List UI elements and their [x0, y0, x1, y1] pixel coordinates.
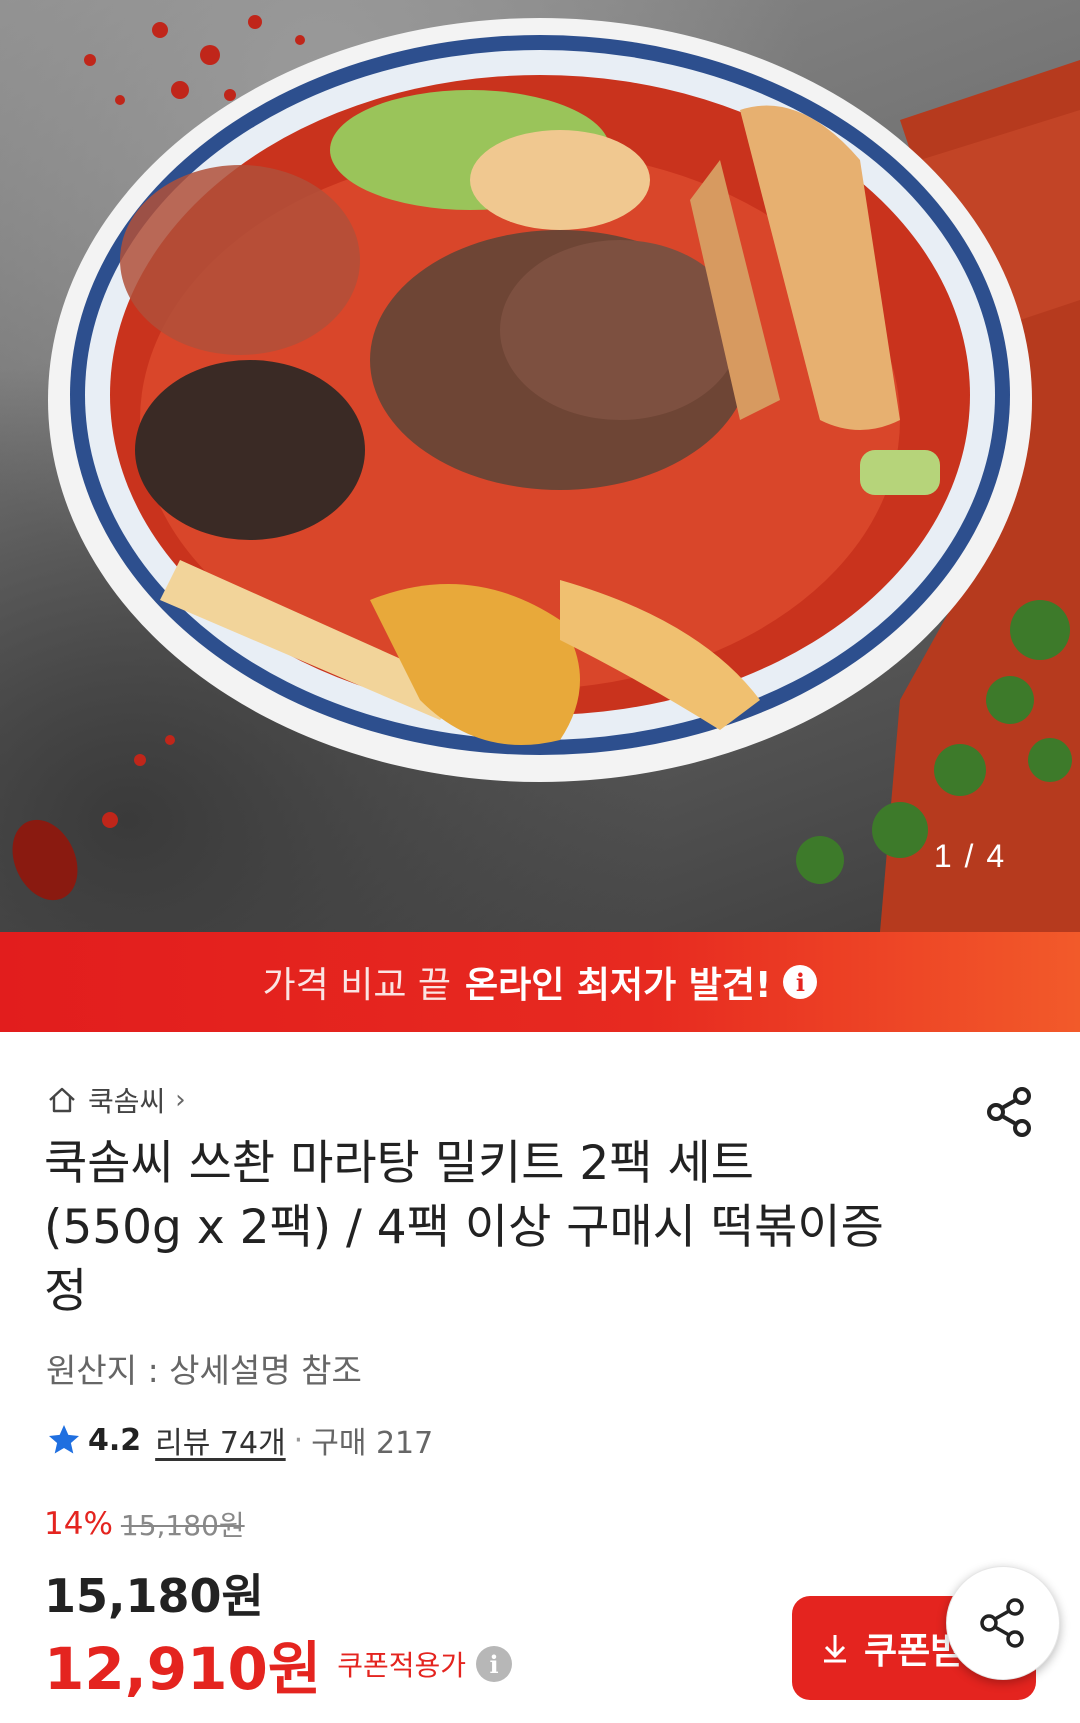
- coupon-price-row: 12,910원 쿠폰적용가 i: [44, 1626, 512, 1703]
- product-image[interactable]: 1 / 4: [0, 0, 1080, 932]
- separator-dot: ·: [293, 1422, 304, 1458]
- sale-price: 15,180원: [44, 1569, 264, 1623]
- store-name: 쿡솜씨: [88, 1085, 166, 1118]
- original-price: 15,180원: [120, 1509, 245, 1542]
- lowest-price-banner[interactable]: 가격 비교 끝 온라인 최저가 발견! i: [0, 932, 1080, 1032]
- info-icon[interactable]: i: [476, 1646, 512, 1682]
- store-breadcrumb[interactable]: 쿡솜씨 ›: [46, 1078, 186, 1122]
- rating-score: 4.2: [88, 1422, 142, 1458]
- share-icon[interactable]: [982, 1084, 1038, 1140]
- rating-row: 4.2 리뷰 74개 · 구매 217: [46, 1418, 433, 1462]
- purchase-count: 구매 217: [311, 1426, 434, 1461]
- mala-tang-illustration: [12, 15, 1080, 932]
- promo-text-bold: 온라인 최저가 발견!: [465, 965, 772, 1006]
- discount-rate: 14%: [44, 1506, 113, 1542]
- coupon-price-label: 쿠폰적용가: [337, 1649, 466, 1682]
- discount-row: 14% 15,180원: [44, 1504, 245, 1544]
- floating-share-button[interactable]: [946, 1566, 1060, 1680]
- share-icon: [980, 1598, 1024, 1648]
- info-icon[interactable]: i: [783, 965, 818, 999]
- chevron-right-icon: ›: [175, 1085, 186, 1115]
- home-icon: [49, 1087, 75, 1113]
- image-page-indicator: 1 / 4: [933, 838, 1007, 874]
- download-icon: [824, 1635, 846, 1663]
- promo-text-light: 가격 비교 끝: [262, 965, 452, 1006]
- product-title: 쿡솜씨 쓰촨 마라탕 밀키트 2팩 세트 (550g x 2팩) / 4팩 이상…: [44, 1136, 884, 1319]
- origin-info: 원산지 : 상세설명 참조: [46, 1351, 362, 1390]
- review-count-link[interactable]: 리뷰 74개: [155, 1418, 286, 1462]
- star-icon: [49, 1425, 79, 1454]
- coupon-price: 12,910원: [44, 1635, 322, 1703]
